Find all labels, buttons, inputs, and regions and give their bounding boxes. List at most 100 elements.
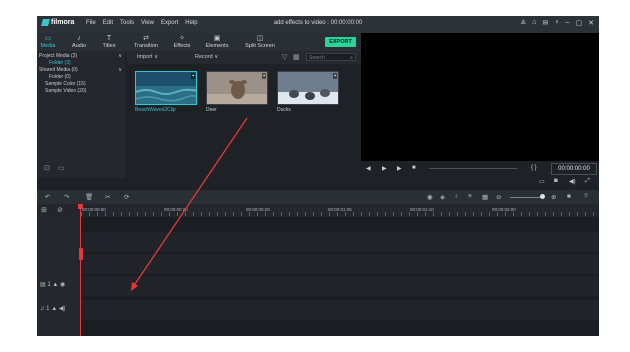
clip-corner-icon: ▪ — [191, 73, 195, 79]
menu-tools[interactable]: Tools — [120, 20, 134, 26]
video-track-lane[interactable] — [81, 275, 599, 296]
timeline-tracks[interactable] — [81, 217, 599, 336]
record-dropdown[interactable]: Record ∨ — [195, 54, 218, 60]
track-lane[interactable] — [81, 231, 599, 252]
record-label: Record — [195, 54, 213, 60]
library-item-folder-3[interactable]: Folder (3) — [49, 60, 122, 66]
lock-icon[interactable]: ▲ — [51, 306, 57, 312]
import-dropdown[interactable]: Import ∨ — [137, 54, 158, 60]
tab-media[interactable]: ▭ Media — [37, 35, 62, 49]
ruler-label: 00:00:00:20 — [164, 207, 188, 212]
library-item-label: Sample Video (20) — [45, 88, 87, 94]
next-frame-icon[interactable]: ▶ — [397, 165, 402, 172]
playhead-line[interactable] — [80, 204, 81, 336]
media-toolbar: Import ∨ Record ∨ ▽ ▦ Search ⌕ — [127, 51, 361, 64]
track-lane[interactable] — [81, 253, 599, 274]
audio-track-lane[interactable] — [81, 299, 599, 320]
close-icon[interactable]: ✕ — [588, 19, 594, 27]
media-clip-beachwaves[interactable]: ▪ — [135, 71, 197, 105]
voiceover-icon[interactable]: ≡ — [468, 193, 472, 200]
library-item-shared-media[interactable]: Shared Media (0) ∨ — [39, 67, 122, 73]
library-item-project-media[interactable]: Project Media (3) ∨ — [39, 53, 122, 59]
tab-effects-label: Effects — [173, 43, 191, 49]
tab-elements[interactable]: ▣ Elements — [203, 35, 231, 49]
menu-file[interactable]: File — [86, 20, 96, 26]
playhead-handle[interactable] — [79, 248, 83, 260]
undo-icon[interactable]: ↶ — [45, 193, 50, 201]
help-icon[interactable]: ♀ — [554, 19, 559, 27]
add-track-icon[interactable]: ⊞ — [41, 206, 47, 214]
mixer-icon[interactable]: ▦ — [482, 193, 488, 201]
store-icon[interactable]: ⌂ — [532, 19, 536, 27]
ruler-label: 00:00:01:05 — [328, 207, 352, 212]
render-icon[interactable]: ◉ — [427, 193, 433, 201]
eye-icon[interactable]: ◉ — [60, 282, 65, 288]
stop-icon[interactable]: ■ — [412, 165, 416, 171]
link-icon[interactable]: ⊘ — [57, 206, 63, 214]
ruler-label: 00:00:01:10 — [410, 207, 434, 212]
filmora-window: filmora File Edit Tools View Export Help… — [37, 16, 599, 336]
previous-frame-icon[interactable]: ◀ — [366, 165, 371, 172]
media-clip-deer[interactable]: ▪ — [206, 71, 268, 105]
menu-help[interactable]: Help — [185, 20, 197, 26]
monitor-icon[interactable]: ▭ — [539, 178, 545, 185]
zoom-in-icon[interactable]: ⊕ — [551, 193, 556, 201]
volume-icon[interactable]: ◀) — [569, 178, 576, 185]
speaker-icon[interactable]: ◀) — [59, 306, 66, 312]
media-clip-ducks[interactable]: ▪ — [277, 71, 339, 105]
zoom-slider[interactable] — [510, 197, 544, 198]
folder-icon[interactable]: ▭ — [58, 164, 65, 172]
media-library-tree: Project Media (3) ∨ Folder (3) Shared Me… — [37, 51, 125, 178]
library-item-sample-color[interactable]: Sample Color (15) — [45, 81, 122, 87]
microphone-icon[interactable]: ♁ — [454, 193, 459, 200]
menu-view[interactable]: View — [141, 20, 154, 26]
library-footer: ⊡ ▭ — [44, 164, 65, 172]
library-item-folder-0[interactable]: Folder (0) — [49, 74, 122, 80]
account-icon[interactable]: ≗ — [520, 19, 526, 27]
clip-name-deer: Deer — [206, 107, 217, 113]
export-button[interactable]: EXPORT — [325, 37, 356, 47]
mark-in-out-braces[interactable]: { } — [531, 165, 537, 171]
maximize-icon[interactable]: ▢ — [576, 19, 583, 27]
tab-audio[interactable]: ♪ Audio — [65, 35, 93, 49]
menu-export[interactable]: Export — [161, 20, 178, 26]
tab-titles[interactable]: T Titles — [95, 35, 123, 49]
crop-icon[interactable]: ⟳ — [124, 193, 129, 201]
redo-icon[interactable]: ↷ — [64, 193, 69, 201]
track-headers: ▤ 1 ▲ ◉ ♫ 1 ▲ ◀) — [37, 217, 81, 336]
tab-audio-label: Audio — [71, 43, 87, 49]
search-input[interactable]: Search ⌕ — [306, 53, 356, 61]
zoom-out-icon[interactable]: ⊖ — [496, 193, 501, 201]
main-toolbar: ▭ Media ♪ Audio T Titles ⇄ Transition ✧ … — [37, 33, 361, 51]
fullscreen-icon[interactable]: ⤢ — [585, 178, 590, 185]
snapshot-icon[interactable]: ◙ — [554, 178, 558, 184]
tab-elements-label: Elements — [205, 43, 229, 49]
library-item-label: Project Media (3) — [39, 53, 78, 59]
delete-icon[interactable]: 🗑 — [85, 193, 93, 201]
settings-icon[interactable]: ■ — [567, 193, 571, 200]
new-folder-icon[interactable]: ⊡ — [44, 164, 50, 172]
image-icon: ▣ — [213, 35, 221, 42]
lock-icon[interactable]: ▲ — [52, 282, 58, 288]
tab-transition[interactable]: ⇄ Transition — [132, 35, 160, 49]
library-item-sample-video[interactable]: Sample Video (20) — [45, 88, 122, 94]
tab-split-screen[interactable]: ◫ Split Screen — [241, 35, 279, 49]
menu-edit[interactable]: Edit — [103, 20, 113, 26]
filter-icon[interactable]: ▽ — [282, 53, 287, 61]
grid-view-icon[interactable]: ▦ — [293, 53, 300, 61]
play-icon[interactable]: ▶ — [382, 165, 387, 172]
preview-progress-bar[interactable] — [429, 168, 517, 169]
cut-icon[interactable]: ✂ — [105, 193, 110, 201]
timeline-ruler[interactable]: ⊞ ⊘ 00:00:00:00 00:00:00:20 00:00:00:20 … — [37, 204, 599, 217]
beach-waves-thumbnail — [136, 72, 196, 104]
marker-icon[interactable]: ◈ — [440, 193, 445, 201]
transition-icon: ⇄ — [143, 35, 149, 42]
mail-icon[interactable]: ✉ — [542, 19, 548, 27]
zoom-slider-knob[interactable] — [540, 194, 545, 199]
effects-icon: ✧ — [179, 35, 185, 42]
tab-effects[interactable]: ✧ Effects — [168, 35, 196, 49]
playhead-marker[interactable] — [78, 204, 83, 209]
help-circle-icon[interactable]: ? — [584, 193, 588, 200]
minimize-icon[interactable]: – — [566, 19, 570, 27]
chevron-down-icon: ∨ — [118, 53, 122, 59]
